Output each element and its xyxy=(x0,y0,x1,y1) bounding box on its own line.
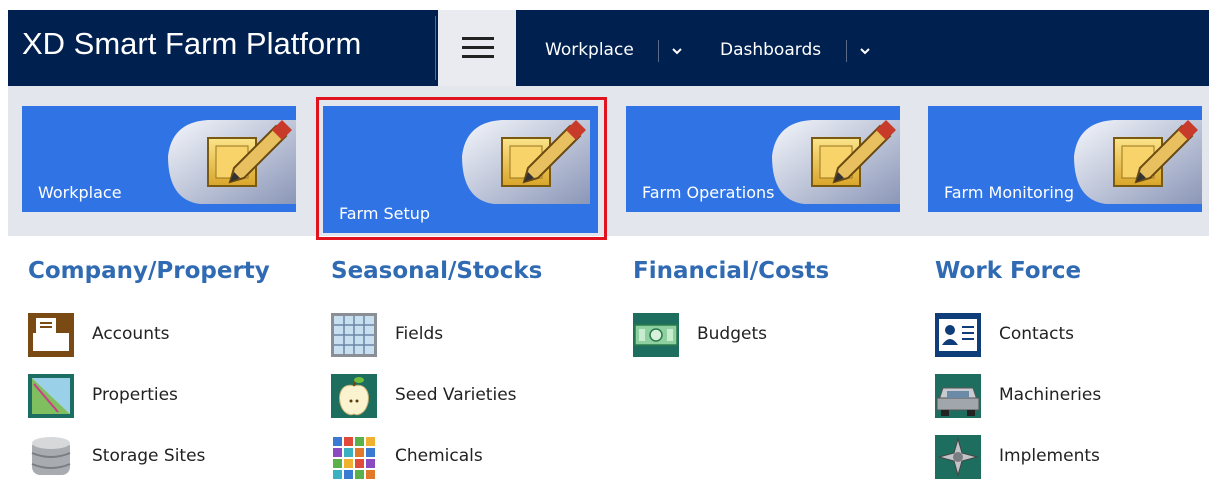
nav-dashboards-dropdown[interactable] xyxy=(859,40,871,68)
edit-note-icon xyxy=(1074,119,1202,204)
menu-icon xyxy=(462,46,494,49)
section-title[interactable]: Work Force xyxy=(935,258,1081,284)
fields-grid-icon xyxy=(331,313,377,357)
link-contacts[interactable]: Contacts xyxy=(935,313,1209,357)
link-label: Chemicals xyxy=(395,446,483,466)
app-title[interactable]: XD Smart Farm Platform xyxy=(22,26,361,62)
section-title[interactable]: Financial/Costs xyxy=(633,258,829,284)
header-divider xyxy=(435,16,436,80)
link-budgets[interactable]: Budgets xyxy=(633,313,923,357)
tile-label: Farm Monitoring xyxy=(944,183,1075,202)
link-label: Accounts xyxy=(92,324,170,344)
link-machineries[interactable]: Machineries xyxy=(935,374,1209,418)
nav-separator xyxy=(658,40,659,62)
edit-note-icon xyxy=(772,119,900,204)
tile-farm-setup[interactable]: Farm Setup xyxy=(323,106,598,233)
tile-label: Farm Setup xyxy=(339,204,431,223)
link-label: Storage Sites xyxy=(92,446,206,466)
chevron-down-icon xyxy=(860,48,870,55)
tile-farm-monitoring[interactable]: Farm Monitoring xyxy=(928,106,1202,212)
link-properties[interactable]: Properties xyxy=(28,374,318,418)
money-icon xyxy=(633,313,679,357)
link-fields[interactable]: Fields xyxy=(331,313,621,357)
implement-tool-icon xyxy=(935,435,981,479)
top-navigation-bar: XD Smart Farm Platform Workplace Dashboa… xyxy=(8,10,1209,86)
tile-label: Workplace xyxy=(38,183,122,202)
link-chemicals[interactable]: Chemicals xyxy=(331,435,621,479)
section-title[interactable]: Seasonal/Stocks xyxy=(331,258,542,284)
link-accounts[interactable]: Accounts xyxy=(28,313,318,357)
nav-dashboards[interactable]: Dashboards xyxy=(720,40,821,60)
edit-note-icon xyxy=(462,119,590,204)
link-label: Properties xyxy=(92,385,178,405)
car-icon xyxy=(935,374,981,418)
menu-icon xyxy=(462,55,494,58)
nav-separator xyxy=(846,40,847,62)
nav-workplace-dropdown[interactable] xyxy=(671,40,683,68)
apple-icon xyxy=(331,374,377,418)
link-label: Budgets xyxy=(697,324,768,344)
link-label: Seed Varieties xyxy=(395,385,517,405)
link-implements[interactable]: Implements xyxy=(935,435,1209,479)
link-label: Machineries xyxy=(999,385,1102,405)
tile-workplace[interactable]: Workplace xyxy=(22,106,296,212)
link-label: Implements xyxy=(999,446,1100,466)
nav-workplace[interactable]: Workplace xyxy=(545,40,634,60)
link-label: Contacts xyxy=(999,324,1074,344)
tile-label: Farm Operations xyxy=(642,183,775,202)
menu-button[interactable] xyxy=(438,10,516,86)
chevron-down-icon xyxy=(672,48,682,55)
edit-note-icon xyxy=(168,119,296,204)
accounts-icon xyxy=(28,313,74,357)
properties-map-icon xyxy=(28,374,74,418)
menu-icon xyxy=(462,37,494,40)
section-title[interactable]: Company/Property xyxy=(28,258,270,284)
link-label: Fields xyxy=(395,324,444,344)
link-seed-varieties[interactable]: Seed Varieties xyxy=(331,374,621,418)
tile-farm-operations[interactable]: Farm Operations xyxy=(626,106,900,212)
chemicals-grid-icon xyxy=(331,435,377,479)
contact-card-icon xyxy=(935,313,981,357)
storage-database-icon xyxy=(31,437,71,475)
link-storage-sites[interactable]: Storage Sites xyxy=(28,435,318,479)
